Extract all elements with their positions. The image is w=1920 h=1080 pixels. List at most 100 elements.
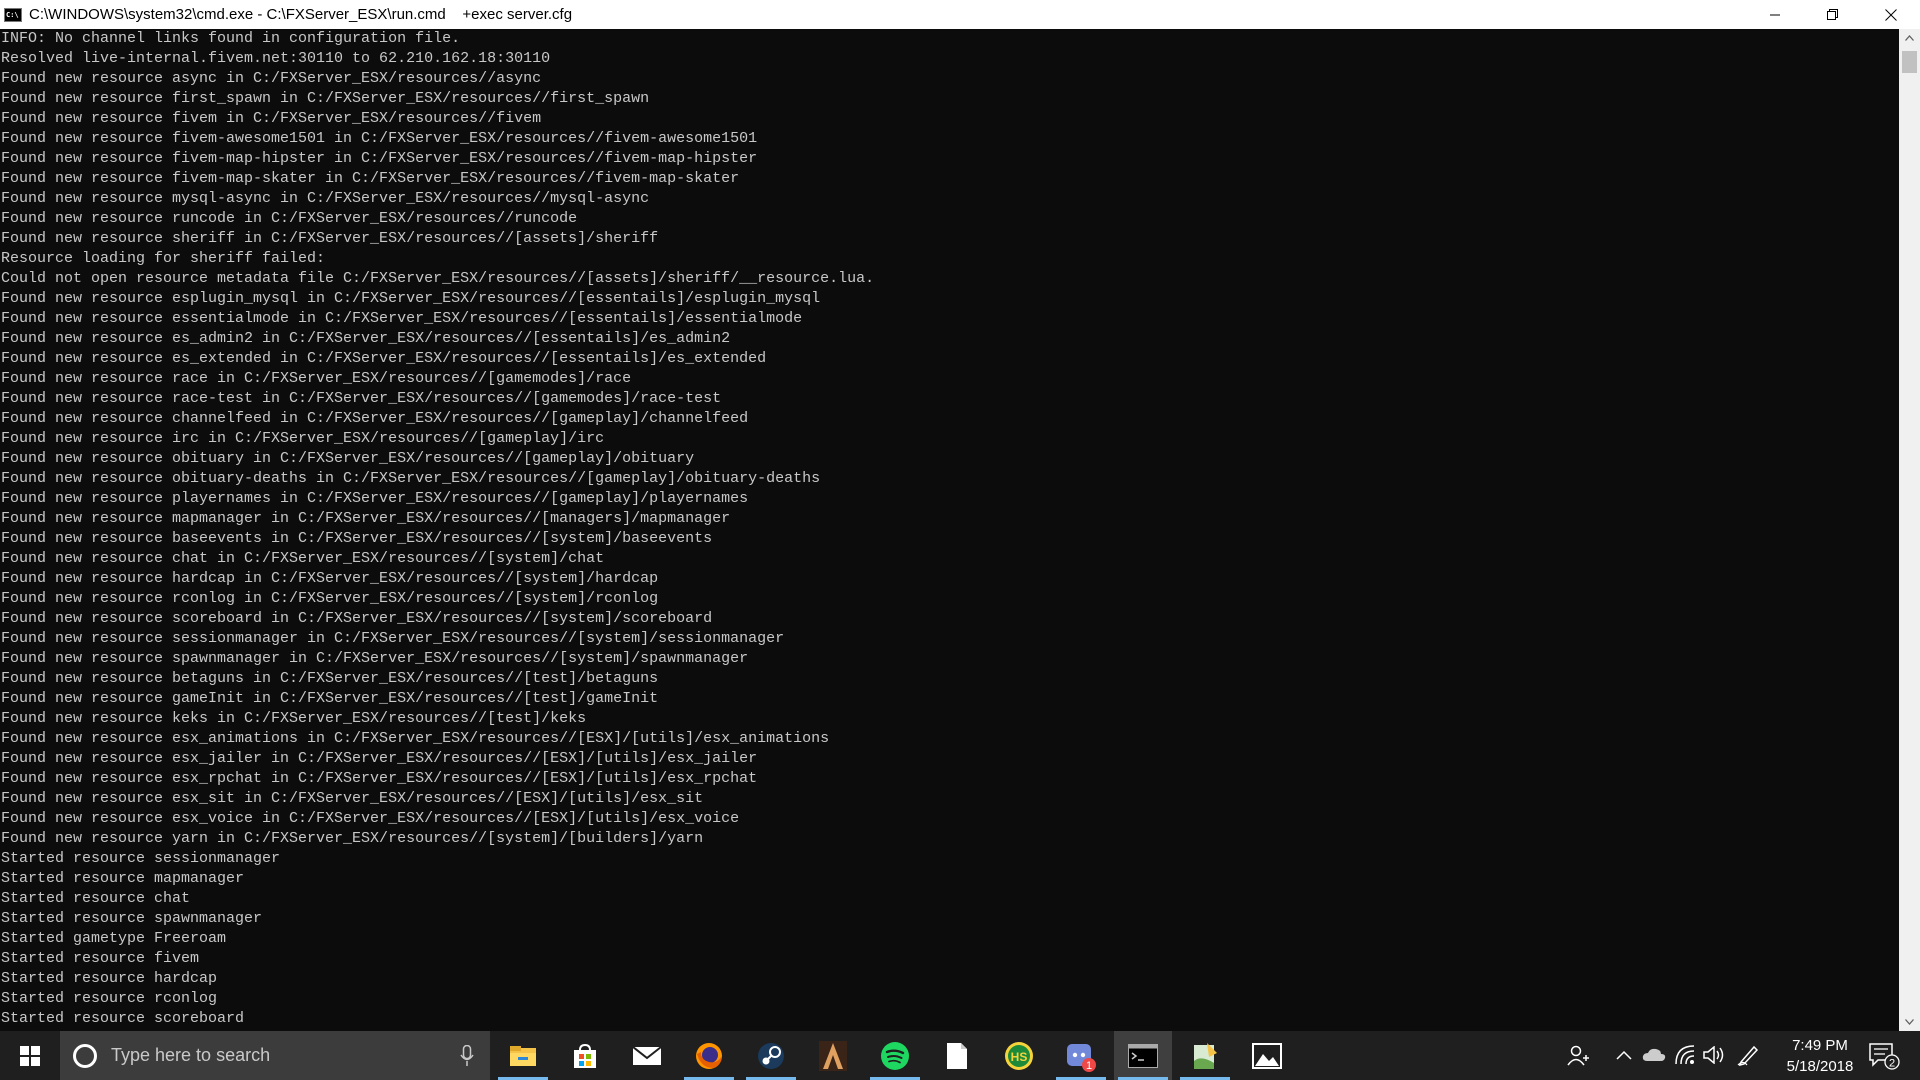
console-line: Found new resource rconlog in C:/FXServe… xyxy=(1,590,659,607)
network-button[interactable] xyxy=(1674,1043,1698,1067)
store-icon xyxy=(574,1043,596,1068)
people-button[interactable] xyxy=(1566,1043,1590,1067)
console-line: Found new resource betaguns in C:/FXServ… xyxy=(1,670,659,687)
console-line: Found new resource fivem in C:/FXServer_… xyxy=(1,110,542,127)
restore-icon xyxy=(1827,8,1838,20)
firefox-icon xyxy=(696,1042,722,1069)
taskbar-search-box[interactable]: Type here to search xyxy=(60,1031,490,1080)
console-line: Found new resource first_spawn in C:/FXS… xyxy=(1,90,650,107)
console-line: Found new resource es_extended in C:/FXS… xyxy=(1,350,767,367)
clock-time: 7:49 PM xyxy=(1792,1037,1848,1054)
steam-icon xyxy=(758,1042,784,1069)
show-hidden-icons-button[interactable] xyxy=(1612,1043,1636,1067)
blank-document-icon xyxy=(947,1042,967,1069)
console-line: Found new resource irc in C:/FXServer_ES… xyxy=(1,430,605,447)
wifi-icon xyxy=(1675,1045,1695,1065)
console-line: Found new resource esx_jailer in C:/FXSe… xyxy=(1,750,758,767)
taskbar-app-file-explorer[interactable] xyxy=(494,1031,552,1080)
console-line: Found new resource fivem-map-hipster in … xyxy=(1,150,758,167)
cmd-app-icon: C:\ xyxy=(4,7,22,22)
console-text: INFO: No channel links found in configur… xyxy=(0,29,1899,1029)
taskbar-app-cmd[interactable] xyxy=(1114,1031,1172,1080)
hs-app-icon: HS xyxy=(1005,1041,1033,1070)
console-line: Found new resource gameInit in C:/FXServ… xyxy=(1,690,659,707)
chevron-up-icon xyxy=(1616,1050,1632,1060)
console-line: Found new resource sessionmanager in C:/… xyxy=(1,630,785,647)
cmd-icon xyxy=(1128,1043,1158,1068)
minimize-icon xyxy=(1770,14,1780,15)
people-icon xyxy=(1567,1045,1589,1066)
console-line: Found new resource obituary-deaths in C:… xyxy=(1,470,821,487)
spotify-icon xyxy=(881,1041,909,1070)
scrollbar-thumb[interactable] xyxy=(1902,51,1917,73)
console-line: Started resource sessionmanager xyxy=(1,850,281,867)
taskbar-app-document[interactable] xyxy=(928,1031,986,1080)
clock-date: 5/18/2018 xyxy=(1786,1058,1854,1075)
console-line: Found new resource fivem-map-skater in C… xyxy=(1,170,740,187)
action-center-button[interactable]: 2 xyxy=(1868,1042,1900,1070)
scroll-up-button[interactable] xyxy=(1899,29,1920,47)
hs-badge-text: HS xyxy=(1011,1050,1028,1064)
microphone-icon[interactable] xyxy=(460,1045,474,1067)
console-line: Found new resource esx_rpchat in C:/FXSe… xyxy=(1,770,758,787)
notification-count: 2 xyxy=(1889,1058,1895,1070)
taskbar-app-spotify[interactable] xyxy=(866,1031,924,1080)
console-line: Resource loading for sheriff failed: xyxy=(1,250,326,267)
console-line: Started resource hardcap xyxy=(1,970,218,987)
game-launcher-icon xyxy=(819,1040,847,1071)
console-line: Found new resource fivem-awesome1501 in … xyxy=(1,130,758,147)
close-button[interactable] xyxy=(1862,0,1920,29)
console-line: Found new resource race in C:/FXServer_E… xyxy=(1,370,632,387)
console-line: Started gametype Freeroam xyxy=(1,930,227,947)
taskbar-app-notepad-plus[interactable] xyxy=(1176,1031,1234,1080)
console-line: Found new resource esx_sit in C:/FXServe… xyxy=(1,790,704,807)
search-placeholder: Type here to search xyxy=(111,1045,271,1065)
console-line: Found new resource esplugin_mysql in C:/… xyxy=(1,290,821,307)
volume-button[interactable] xyxy=(1702,1043,1726,1067)
title-bar[interactable]: C:\ C:\WINDOWS\system32\cmd.exe - C:\FXS… xyxy=(0,0,1920,29)
console-line: Resolved live-internal.fivem.net:30110 t… xyxy=(1,50,551,67)
restore-button[interactable] xyxy=(1804,0,1862,29)
notification-icon: 2 xyxy=(1869,1043,1900,1070)
console-line: Found new resource async in C:/FXServer_… xyxy=(1,70,542,87)
cortana-icon xyxy=(73,1043,97,1068)
console-line: Started resource mapmanager xyxy=(1,870,245,887)
console-line: Found new resource esx_voice in C:/FXSer… xyxy=(1,810,740,827)
notepad-plus-icon xyxy=(1194,1042,1217,1069)
taskbar-app-hs[interactable]: HS xyxy=(990,1031,1048,1080)
windows-logo-icon xyxy=(20,1045,40,1066)
console-line: INFO: No channel links found in configur… xyxy=(1,30,461,47)
pen-workspace-button[interactable] xyxy=(1736,1043,1760,1067)
taskbar-app-store[interactable] xyxy=(556,1031,614,1080)
minimize-button[interactable] xyxy=(1746,0,1804,29)
chevron-up-icon xyxy=(1905,35,1914,41)
console-line: Found new resource chat in C:/FXServer_E… xyxy=(1,550,605,567)
console-line: Started resource spawnmanager xyxy=(1,910,263,927)
speaker-icon xyxy=(1703,1046,1724,1064)
close-icon xyxy=(1885,8,1897,21)
taskbar-app-photos[interactable] xyxy=(1238,1031,1296,1080)
console-line: Found new resource spawnmanager in C:/FX… xyxy=(1,650,749,667)
taskbar-app-steam[interactable] xyxy=(742,1031,800,1080)
console-output[interactable]: INFO: No channel links found in configur… xyxy=(0,29,1899,1031)
taskbar-app-mail[interactable] xyxy=(618,1031,676,1080)
taskbar-app-firefox[interactable] xyxy=(680,1031,738,1080)
onedrive-button[interactable] xyxy=(1642,1043,1666,1067)
console-line: Found new resource playernames in C:/FXS… xyxy=(1,490,749,507)
console-line: Found new resource es_admin2 in C:/FXSer… xyxy=(1,330,731,347)
start-button[interactable] xyxy=(0,1031,60,1080)
pen-icon xyxy=(1737,1045,1759,1066)
console-line: Found new resource yarn in C:/FXServer_E… xyxy=(1,830,704,847)
console-line: Found new resource essentialmode in C:/F… xyxy=(1,310,803,327)
console-line: Found new resource baseevents in C:/FXSe… xyxy=(1,530,713,547)
console-line: Found new resource keks in C:/FXServer_E… xyxy=(1,710,587,727)
taskbar-app-discord[interactable]: 1 xyxy=(1052,1031,1110,1080)
scroll-down-button[interactable] xyxy=(1899,1013,1920,1031)
console-line: Found new resource runcode in C:/FXServe… xyxy=(1,210,578,227)
vertical-scrollbar[interactable] xyxy=(1899,29,1920,1031)
system-clock[interactable]: 7:49 PM 5/18/2018 xyxy=(1770,1035,1870,1077)
console-line: Found new resource channelfeed in C:/FXS… xyxy=(1,410,749,427)
console-line: Found new resource mysql-async in C:/FXS… xyxy=(1,190,650,207)
console-line: Started resource chat xyxy=(1,890,191,907)
taskbar-app-game-launcher[interactable] xyxy=(804,1031,862,1080)
